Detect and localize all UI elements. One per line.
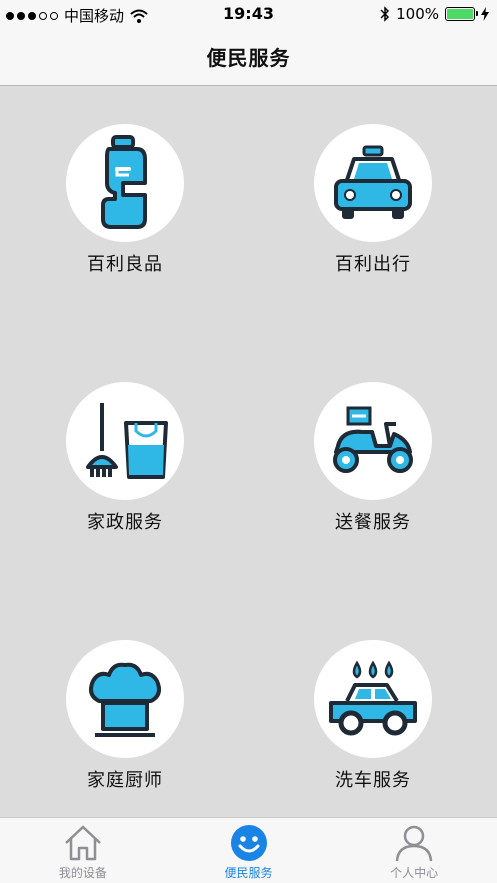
- service-icon-circle: [66, 640, 184, 758]
- status-bar: 中国移动 19:43 100%: [0, 0, 497, 28]
- service-item-housekeeping[interactable]: 家政服务: [45, 382, 205, 534]
- service-label: 百利出行: [335, 254, 411, 275]
- service-icon-circle: [314, 124, 432, 242]
- car-wash-icon: [329, 660, 417, 736]
- service-icon-circle: [314, 382, 432, 500]
- service-item-baili-travel[interactable]: 百利出行: [293, 124, 453, 276]
- service-icon-circle: [66, 382, 184, 500]
- service-item-baili-goods[interactable]: 百利良品: [45, 124, 205, 276]
- service-item-food-delivery[interactable]: 送餐服务: [293, 382, 453, 534]
- battery-percent: 100%: [396, 5, 439, 23]
- service-grid: 百利良品 百利出行 家政服务 送餐服务 家庭厨师 洗车服务: [0, 86, 497, 817]
- tab-personal-center[interactable]: 个人中心: [331, 818, 497, 883]
- tab-convenience-services[interactable]: 便民服务: [166, 818, 332, 883]
- service-item-home-chef[interactable]: 家庭厨师: [45, 640, 205, 792]
- mop-bucket-icon: [86, 403, 168, 479]
- service-icon-circle: [66, 124, 184, 242]
- service-label: 送餐服务: [335, 512, 411, 533]
- page-title: 便民服务: [206, 46, 291, 70]
- tab-label: 个人中心: [390, 866, 439, 880]
- service-icon-circle: [314, 640, 432, 758]
- service-label: 家政服务: [87, 512, 163, 533]
- delivery-scooter-icon: [333, 406, 413, 473]
- taxi-icon: [334, 145, 412, 219]
- person-icon: [395, 825, 433, 862]
- tab-label: 便民服务: [224, 866, 273, 880]
- home-icon: [64, 825, 101, 861]
- bottle-icon: [101, 135, 147, 229]
- tab-label: 我的设备: [58, 866, 107, 880]
- chef-hat-icon: [89, 662, 161, 737]
- tab-my-devices[interactable]: 我的设备: [0, 818, 166, 883]
- bluetooth-icon: [380, 6, 390, 22]
- service-item-car-wash[interactable]: 洗车服务: [293, 640, 453, 792]
- service-label: 洗车服务: [335, 770, 411, 791]
- service-label: 家庭厨师: [87, 770, 163, 791]
- navigation-bar: 便民服务: [0, 28, 497, 86]
- smiley-icon: [230, 825, 267, 861]
- tab-bar: 我的设备 便民服务 个人中心: [0, 817, 497, 883]
- service-label: 百利良品: [87, 254, 163, 275]
- battery-icon: [445, 7, 478, 21]
- charging-icon: [481, 7, 489, 21]
